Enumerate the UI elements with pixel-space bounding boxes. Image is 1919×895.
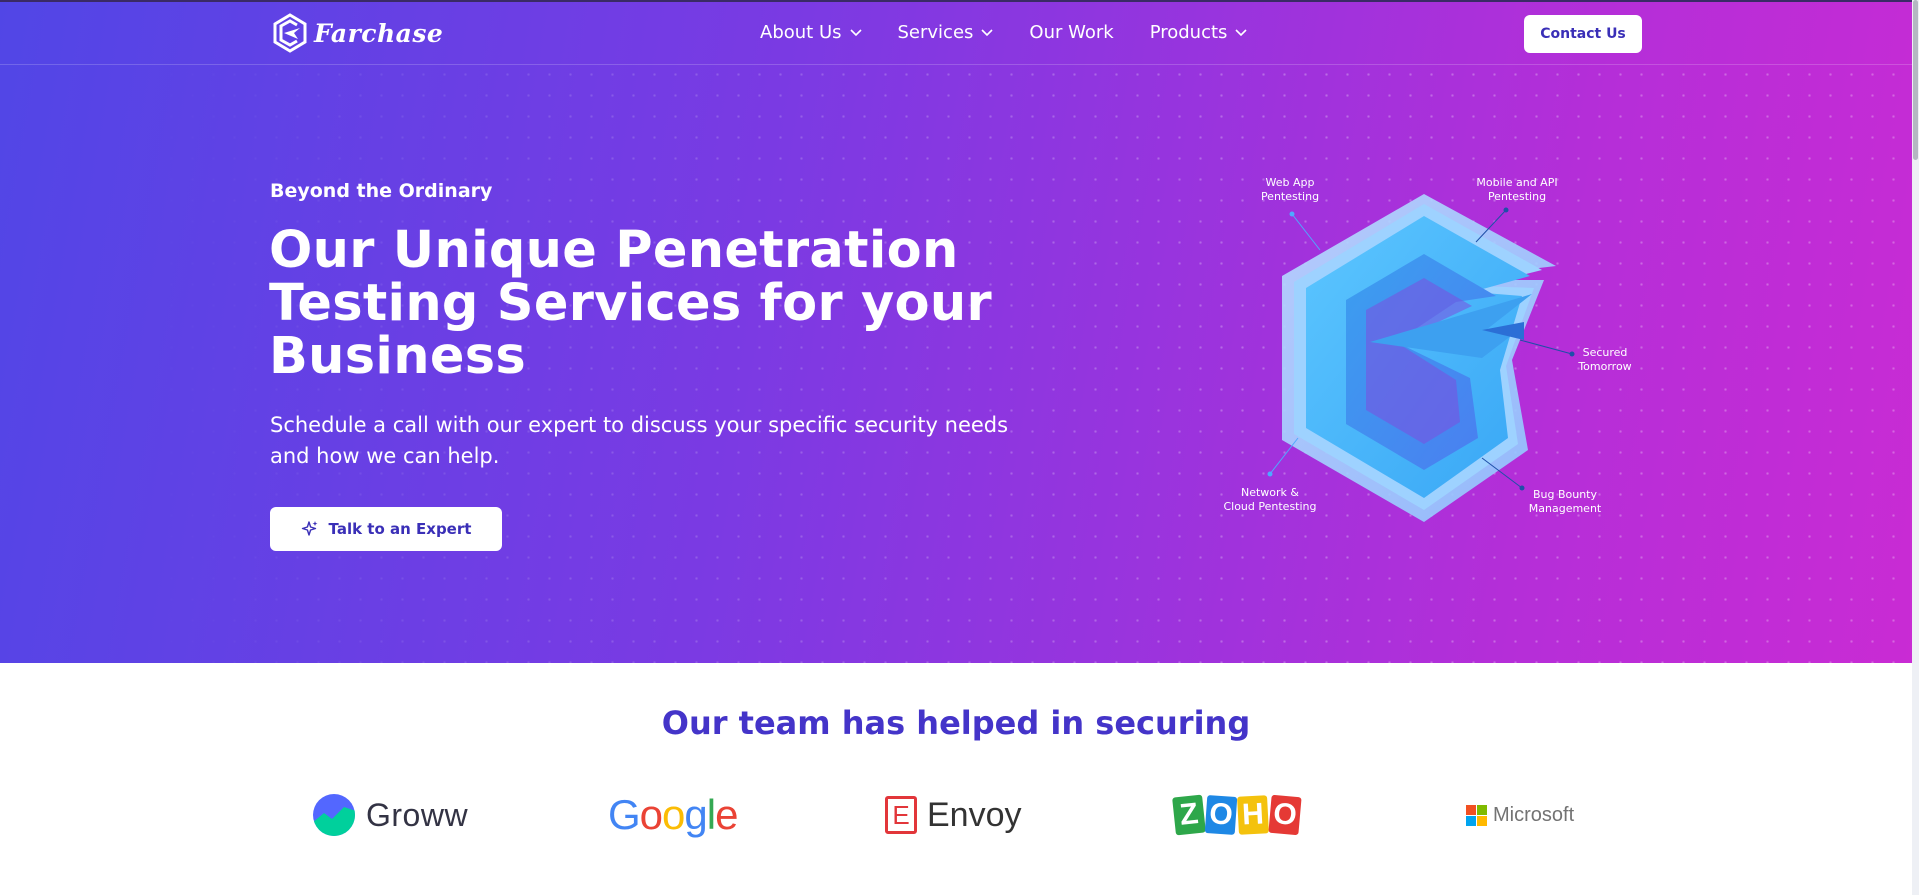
client-microsoft: Microsoft bbox=[1466, 785, 1574, 845]
talk-to-expert-button[interactable]: Talk to an Expert bbox=[270, 507, 502, 551]
google-logo-text: Google bbox=[608, 791, 738, 838]
envoy-logo-icon: E bbox=[885, 796, 917, 834]
clients-title: Our team has helped in securing bbox=[661, 704, 1251, 742]
groww-logo-icon bbox=[313, 794, 355, 836]
nav-products[interactable]: Products bbox=[1150, 22, 1248, 43]
contact-us-button[interactable]: Contact Us bbox=[1524, 15, 1642, 53]
chevron-down-icon bbox=[849, 28, 862, 36]
section-divider-dots bbox=[0, 886, 1912, 895]
navbar: Farchase About Us Services Our Work Prod… bbox=[0, 2, 1912, 65]
label-bug-bounty-management: Bug Bounty Management bbox=[1528, 488, 1602, 515]
client-zoho: Z O H O bbox=[1172, 785, 1302, 845]
microsoft-logo-text: Microsoft bbox=[1493, 803, 1575, 826]
main-menu: About Us Services Our Work Products bbox=[760, 22, 1247, 43]
nav-about-us-label: About Us bbox=[760, 22, 842, 43]
groww-logo-text: Groww bbox=[366, 796, 469, 833]
zoho-logo: Z O H O bbox=[1172, 794, 1302, 836]
sparkle-icon bbox=[301, 521, 318, 536]
chevron-down-icon bbox=[981, 28, 993, 36]
envoy-logo-text: Envoy bbox=[927, 795, 1022, 834]
nav-our-work[interactable]: Our Work bbox=[1029, 22, 1113, 43]
chevron-down-icon bbox=[1235, 28, 1247, 36]
client-groww: Groww bbox=[312, 785, 468, 845]
hero-subtext: Schedule a call with our expert to discu… bbox=[270, 413, 1009, 468]
hero-headline: Our Unique Penetration Testing Services … bbox=[269, 221, 992, 386]
nav-about-us[interactable]: About Us bbox=[760, 22, 862, 43]
label-secured-tomorrow: Secured Tomorrow bbox=[1578, 346, 1632, 373]
nav-our-work-label: Our Work bbox=[1029, 22, 1114, 43]
page-scrollbar[interactable] bbox=[1912, 0, 1919, 895]
label-web-app-pentesting: Web App Pentesting bbox=[1260, 176, 1320, 203]
brand-logo[interactable]: Farchase bbox=[272, 13, 443, 53]
label-mobile-api-pentesting: Mobile and API Pentesting bbox=[1476, 176, 1558, 203]
nav-services[interactable]: Services bbox=[898, 22, 994, 43]
client-envoy: E Envoy bbox=[885, 785, 1022, 845]
hero-eyebrow: Beyond the Ordinary bbox=[270, 180, 493, 202]
client-google: Google bbox=[608, 785, 738, 845]
hero-section: Farchase About Us Services Our Work Prod… bbox=[0, 0, 1912, 663]
microsoft-logo-icon bbox=[1466, 804, 1487, 826]
talk-to-expert-label: Talk to an Expert bbox=[328, 520, 472, 538]
farchase-logo-icon bbox=[273, 13, 307, 53]
brand-name: Farchase bbox=[314, 18, 444, 48]
nav-services-label: Services bbox=[897, 22, 974, 43]
security-illustration: Web App Pentesting Mobile and API Pentes… bbox=[1220, 170, 1660, 540]
scrollbar-thumb[interactable] bbox=[1913, 0, 1918, 160]
client-logos: Groww Google E Envoy Z O H O Microsoft bbox=[272, 785, 1642, 845]
nav-products-label: Products bbox=[1149, 22, 1228, 43]
label-network-cloud-pentesting: Network & Cloud Pentesting bbox=[1223, 486, 1317, 513]
